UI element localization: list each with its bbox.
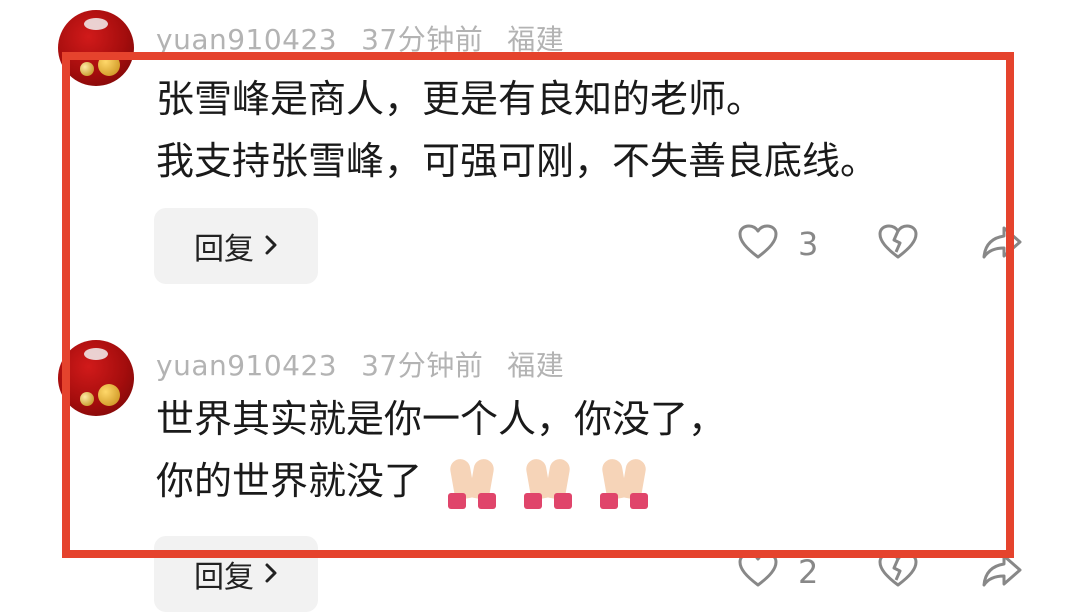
comment-item: yuan910423 37分钟前 福建 张雪峰是商人，更是有良知的老师。 我支持张雪… (0, 0, 1080, 300)
avatar[interactable] (58, 10, 134, 86)
broken-heart-icon (878, 224, 918, 264)
share-arrow-icon (982, 552, 1022, 592)
share-button[interactable] (982, 552, 1022, 592)
chevron-right-icon (264, 229, 278, 264)
reply-label: 回复 (194, 232, 254, 267)
comment-body: 世界其实就是你一个人，你没了， 你的世界就没了 (156, 388, 726, 515)
avatar-ornament (80, 62, 94, 76)
comment-meta: yuan910423 37分钟前 福建 (156, 344, 588, 384)
comment-line: 张雪峰是商人，更是有良知的老师。 (156, 77, 765, 121)
dislike-button[interactable] (878, 224, 918, 264)
praying-hands-icon (520, 457, 576, 509)
comment-line: 世界其实就是你一个人，你没了， (156, 397, 727, 441)
like-button[interactable]: 2 (738, 552, 818, 592)
comment-line-with-emoji: 你的世界就没了 (156, 450, 726, 515)
avatar-bow (84, 18, 108, 30)
reply-button[interactable]: 回复 (154, 208, 318, 284)
username[interactable]: yuan910423 (156, 23, 337, 56)
comment-line: 你的世界就没了 (156, 459, 423, 503)
share-arrow-icon (982, 224, 1022, 264)
reply-button[interactable]: 回复 (154, 536, 318, 612)
comment-meta: yuan910423 37分钟前 福建 (156, 18, 588, 58)
comment-time: 37分钟前 (361, 349, 484, 382)
comment-line: 我支持张雪峰，可强可刚，不失善良底线。 (156, 139, 879, 183)
heart-outline-icon (738, 224, 778, 264)
heart-outline-icon (738, 552, 778, 592)
praying-hands-icon (596, 457, 652, 509)
comment-location: 福建 (507, 349, 565, 382)
pray-emoji-row (444, 453, 660, 515)
like-count: 3 (798, 225, 819, 263)
dislike-button[interactable] (878, 552, 918, 592)
like-count: 2 (798, 553, 819, 591)
like-button[interactable]: 3 (738, 224, 818, 264)
comment-body: 张雪峰是商人，更是有良知的老师。 我支持张雪峰，可强可刚，不失善良底线。 (156, 68, 878, 192)
comment-time: 37分钟前 (361, 23, 484, 56)
reply-label: 回复 (194, 560, 254, 595)
avatar-ornament (98, 54, 120, 76)
avatar-bow (84, 348, 108, 360)
broken-heart-icon (878, 552, 918, 592)
avatar-ornament (98, 384, 120, 406)
comment-item: yuan910423 37分钟前 福建 世界其实就是你一个人，你没了， 你的世界就没… (0, 330, 1080, 612)
chevron-right-icon (264, 557, 278, 592)
username[interactable]: yuan910423 (156, 349, 337, 382)
comment-location: 福建 (507, 23, 565, 56)
share-button[interactable] (982, 224, 1022, 264)
avatar[interactable] (58, 340, 134, 416)
avatar-ornament (80, 392, 94, 406)
praying-hands-icon (444, 457, 500, 509)
